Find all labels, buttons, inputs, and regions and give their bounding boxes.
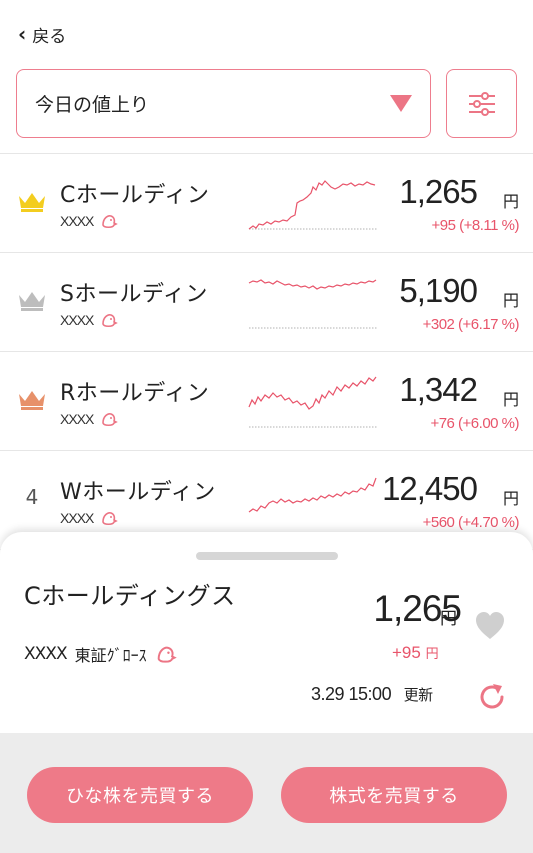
sparkline-chart [248, 376, 377, 428]
stock-code: XXXX [60, 312, 94, 328]
favorite-heart-icon[interactable] [474, 610, 506, 642]
trade-stock-button[interactable]: 株式を売買する [281, 767, 507, 823]
ranking-row-1[interactable]: Cホールディン XXXX 1,265 円 +95 (+8.11 %) [0, 155, 533, 253]
hina-chick-icon [102, 314, 118, 328]
gold-crown-icon [16, 188, 48, 212]
price-change: +560 (+4.70 %) [422, 514, 520, 531]
updated-label: 更新 [403, 687, 434, 704]
detail-market: 東証ｸﾞﾛｰｽ [74, 646, 147, 665]
price-change: +302 (+6.17 %) [422, 316, 520, 333]
sparkline-chart [248, 477, 377, 513]
yen-unit: 円 [502, 390, 519, 409]
back-label: 戻る [32, 26, 67, 47]
ranking-type-select[interactable]: 今日の値上り [16, 69, 431, 138]
stock-price: 5,190 [399, 272, 478, 309]
detail-stock-name: Cホールディングス [24, 582, 236, 610]
detail-change-yen: 円 [425, 646, 439, 661]
divider [0, 153, 533, 154]
updated-time: 3.29 15:00 [311, 684, 392, 704]
updated-at: 3.29 15:00 更新 [311, 684, 433, 705]
hina-chick-icon [102, 512, 118, 526]
detail-change-value: +95 [392, 643, 421, 662]
yen-unit: 円 [502, 192, 519, 211]
stock-price: 1,342 [399, 371, 478, 408]
trade-hina-stock-button[interactable]: ひな株を売買する [27, 767, 253, 823]
stock-name: Cホールディン [60, 183, 210, 208]
sparkline-chart [248, 279, 377, 329]
hina-chick-icon [102, 215, 118, 229]
sparkline-chart [248, 180, 377, 230]
detail-yen-unit: 円 [440, 609, 457, 629]
sliders-icon [468, 91, 495, 116]
price-change: +76 (+6.00 %) [430, 415, 519, 432]
bronze-crown-icon [16, 386, 48, 410]
hina-chick-icon [102, 413, 118, 427]
chevron-left-icon: ‹ [18, 22, 27, 46]
yen-unit: 円 [502, 291, 519, 310]
price-change: +95 (+8.11 %) [431, 217, 520, 234]
back-button[interactable]: ‹ 戻る [18, 20, 66, 48]
stock-code: XXXX [60, 510, 94, 526]
ranking-row-2[interactable]: Sホールディン XXXX 5,190 円 +302 (+6.17 %) [0, 254, 533, 352]
sheet-grabber[interactable] [196, 552, 338, 560]
stock-code: XXXX [60, 213, 94, 229]
filter-button[interactable] [446, 69, 517, 138]
stock-name: Sホールディン [60, 282, 208, 307]
stock-name: Wホールディン [60, 480, 216, 505]
ranking-row-3[interactable]: Rホールディン XXXX 1,342 円 +76 (+6.00 %) [0, 353, 533, 451]
stock-price: 12,450 [382, 470, 478, 507]
stock-name: Rホールディン [60, 381, 210, 406]
refresh-icon[interactable] [478, 680, 506, 710]
yen-unit: 円 [502, 489, 519, 508]
detail-stock-code: XXXX [24, 644, 68, 664]
rank-number: 4 [25, 485, 39, 509]
ranking-type-value: 今日の値上り [35, 94, 150, 116]
stock-price: 1,265 [399, 173, 478, 210]
detail-change: +95 円 [392, 643, 439, 663]
action-footer: ひな株を売買する 株式を売買する [0, 733, 533, 853]
stock-code: XXXX [60, 411, 94, 427]
dropdown-arrow-icon [390, 95, 412, 112]
detail-meta: XXXX 東証ｸﾞﾛｰｽ [24, 642, 177, 666]
hina-chick-icon [157, 646, 177, 663]
silver-crown-icon [16, 287, 48, 311]
